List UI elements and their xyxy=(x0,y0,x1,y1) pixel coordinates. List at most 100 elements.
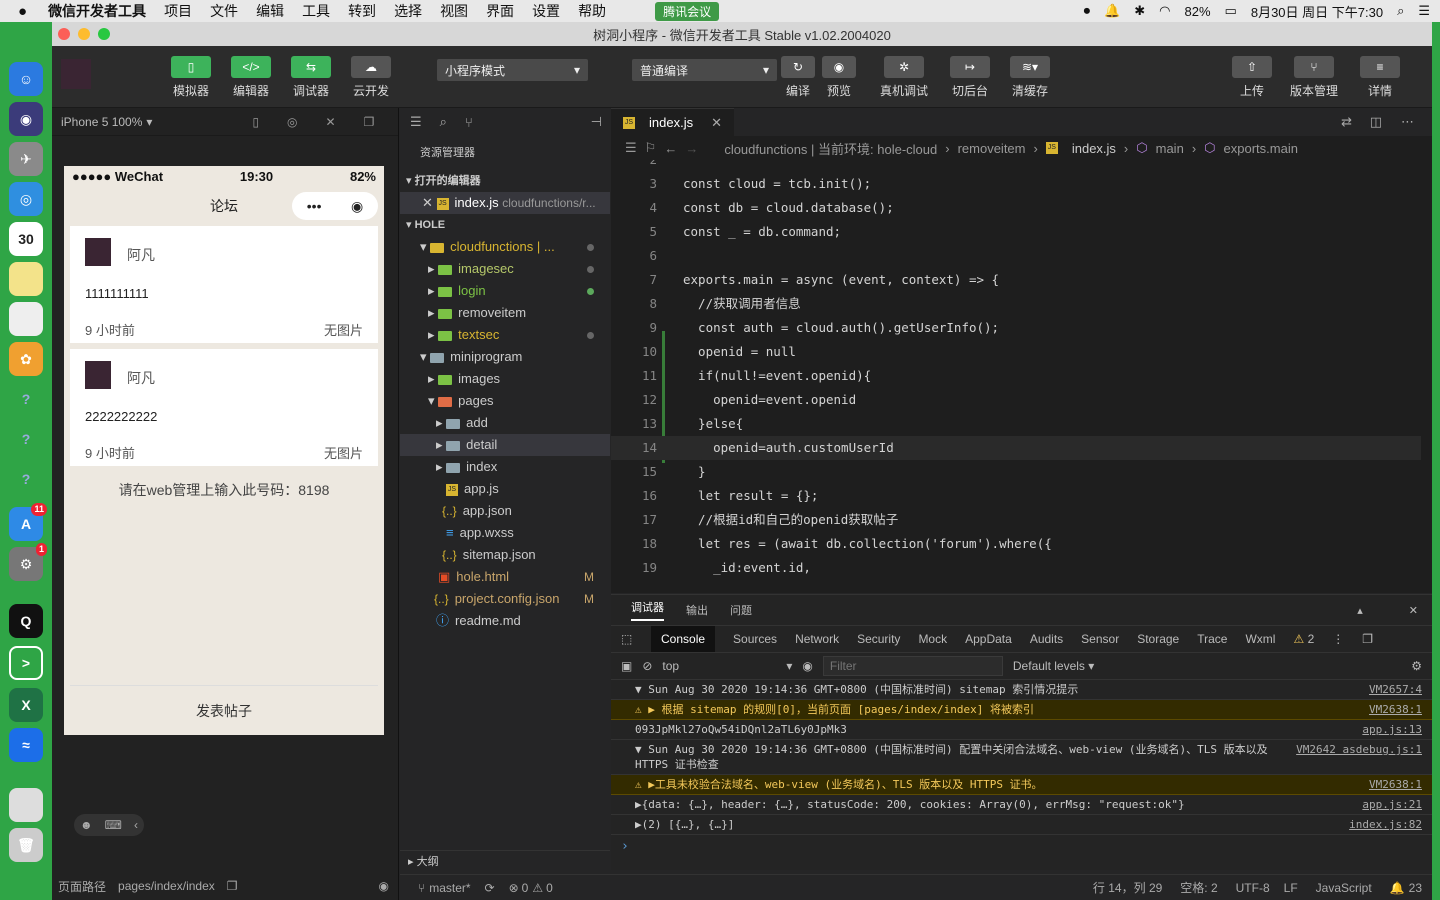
unknown-app-icon[interactable]: ? xyxy=(9,382,43,416)
code-line[interactable]: 16 let result = {}; xyxy=(611,484,1421,508)
avatar[interactable] xyxy=(61,59,91,89)
tab-security[interactable]: Security xyxy=(857,632,900,646)
menu-item[interactable]: 选择 xyxy=(385,1,431,21)
apple-icon[interactable]: ● xyxy=(0,3,39,20)
capsule-menu[interactable]: ••• ◉ xyxy=(292,192,378,220)
split-editor-icon[interactable]: ◫ xyxy=(1370,114,1382,130)
keyboard-icon[interactable]: ⌨ xyxy=(105,818,122,832)
sync-icon[interactable]: ⟳ xyxy=(485,881,495,895)
menu-item[interactable]: 视图 xyxy=(431,1,477,21)
tab-output[interactable]: 输出 xyxy=(686,602,708,618)
tree-item[interactable]: {..} project.config.json M xyxy=(400,588,610,610)
page-path-label[interactable]: 页面路径 xyxy=(58,878,106,895)
console-log-entry[interactable]: 093JpMkl27oQw54iDQnl2aTL6y0JpMk3 app.js:1… xyxy=(611,720,1432,740)
feishu-icon[interactable]: ≈ xyxy=(9,728,43,762)
console-filter-input[interactable] xyxy=(822,656,1003,676)
console-log-entry[interactable]: ▶(2) [{…}, {…}] index.js:82 xyxy=(611,815,1432,835)
log-source-link[interactable]: VM2638:1 xyxy=(1369,777,1422,792)
tab-wxml[interactable]: Wxml xyxy=(1245,632,1275,646)
tree-item[interactable]: ▸ add xyxy=(400,412,610,434)
code-line[interactable]: 10 openid = null xyxy=(611,340,1421,364)
search-icon[interactable]: ⌕ xyxy=(440,114,447,130)
mute-icon[interactable]: ✕ xyxy=(326,115,336,129)
background-button[interactable]: ↦ 切后台 xyxy=(950,56,990,99)
post-card[interactable]: 阿凡 2222222222 9 小时前 无图片 xyxy=(70,349,378,466)
tree-item[interactable]: JS app.js xyxy=(400,478,610,500)
indentation[interactable]: 空格: 2 xyxy=(1180,879,1217,896)
post-card[interactable]: 阿凡 1111111111 9 小时前 无图片 xyxy=(70,226,378,343)
folder-icon[interactable] xyxy=(9,788,43,822)
bluetooth-icon[interactable]: ✱ xyxy=(1134,3,1145,19)
tree-item[interactable]: ▸ index xyxy=(400,456,610,478)
tree-item[interactable]: ▣ hole.html M xyxy=(400,566,610,588)
settings-icon[interactable]: ⚙ xyxy=(1411,659,1422,673)
code-line[interactable]: 6 xyxy=(611,244,1421,268)
outline-section[interactable]: ▸ 大纲 xyxy=(400,850,610,872)
encoding[interactable]: UTF-8 xyxy=(1236,881,1270,895)
preview-button[interactable]: ◉ 预览 xyxy=(822,56,856,99)
more-icon[interactable]: ••• xyxy=(307,198,322,214)
tab-storage[interactable]: Storage xyxy=(1137,632,1179,646)
phone-icon[interactable]: ▯ xyxy=(252,115,259,129)
compile-button[interactable]: ↻ 编译 xyxy=(781,56,815,99)
code-line[interactable]: 19 _id:event.id, xyxy=(611,556,1421,580)
caret-down-icon[interactable]: ▾ xyxy=(146,115,152,129)
log-source-link[interactable]: VM2657:4 xyxy=(1369,682,1422,697)
code-line[interactable]: 18 let res = (await db.collection('forum… xyxy=(611,532,1421,556)
tab-appdata[interactable]: AppData xyxy=(965,632,1012,646)
photos-icon[interactable]: ✿ xyxy=(9,342,43,376)
qq-icon[interactable]: Q xyxy=(9,604,43,638)
menu-item[interactable]: 界面 xyxy=(477,1,523,21)
close-window-button[interactable] xyxy=(58,28,70,40)
tree-item[interactable]: ▸ removeitem xyxy=(400,302,610,324)
tree-item[interactable]: ▸ imagesec xyxy=(400,258,610,280)
smile-icon[interactable]: ☻ xyxy=(80,818,93,832)
menu-item[interactable]: 文件 xyxy=(201,1,247,21)
log-source-link[interactable]: app.js:13 xyxy=(1362,722,1422,737)
unknown-app-icon[interactable]: ? xyxy=(9,422,43,456)
publish-button[interactable]: 发表帖子 xyxy=(70,685,378,735)
app-store-icon[interactable]: A 11 xyxy=(9,503,47,541)
simulator-button[interactable]: ▯ 模拟器 xyxy=(171,56,211,99)
tab-index-js[interactable]: JS index.js ✕ xyxy=(611,108,734,136)
compile-mode-select[interactable]: 普通编译 ▾ xyxy=(632,59,777,81)
breadcrumb-item[interactable]: removeitem xyxy=(958,141,1026,156)
breadcrumb-item[interactable]: exports.main xyxy=(1224,141,1298,156)
stop-icon[interactable]: ⏺ xyxy=(1084,3,1091,19)
clear-console-icon[interactable]: ⊘ xyxy=(642,659,652,673)
tab-audits[interactable]: Audits xyxy=(1030,632,1063,646)
back-icon[interactable]: ← xyxy=(664,141,677,156)
git-branch[interactable]: master* xyxy=(429,881,470,895)
meeting-status[interactable]: 腾讯会议 xyxy=(655,1,720,21)
code-line[interactable]: 17 //根据id和自己的openid获取帖子 xyxy=(611,508,1421,532)
levels-select[interactable]: Default levels ▾ xyxy=(1013,659,1094,673)
minimize-window-button[interactable] xyxy=(78,28,90,40)
editor-button[interactable]: </> 编辑器 xyxy=(231,56,271,99)
tree-item[interactable]: {..} app.json xyxy=(400,500,610,522)
log-source-link[interactable]: VM2638:1 xyxy=(1369,702,1422,717)
real-debug-button[interactable]: ✲ 真机调试 xyxy=(880,56,928,99)
tree-item[interactable]: ▾ cloudfunctions | ... xyxy=(400,236,610,258)
code-line[interactable]: 4 const db = cloud.database(); xyxy=(611,196,1421,220)
window-icon[interactable]: ❐ xyxy=(364,115,375,129)
console-log-entry[interactable]: ▼ Sun Aug 30 2020 19:14:36 GMT+0800 (中国标… xyxy=(611,680,1432,700)
code-line[interactable]: 12 openid=event.openid xyxy=(611,388,1421,412)
breadcrumb-item[interactable]: main xyxy=(1156,141,1184,156)
warning-count[interactable]: ⚠ 2 xyxy=(1293,632,1314,646)
sidebar-toggle-icon[interactable]: ▣ xyxy=(621,659,632,673)
console-log-entry[interactable]: ▼ Sun Aug 30 2020 19:14:36 GMT+0800 (中国标… xyxy=(611,740,1432,775)
debugger-button[interactable]: ⇆ 调试器 xyxy=(291,56,331,99)
code-line[interactable]: 5 const _ = db.command; xyxy=(611,220,1421,244)
menu-item[interactable]: 编辑 xyxy=(247,1,293,21)
tree-item[interactable]: ▸ detail xyxy=(400,434,610,456)
wechat-devtools-icon[interactable]: > xyxy=(9,646,43,680)
eye-icon[interactable]: ◉ xyxy=(802,659,812,673)
inspect-icon[interactable]: ⬚ xyxy=(621,632,632,646)
eye-icon[interactable]: ◉ xyxy=(379,879,389,893)
details-button[interactable]: ≡ 详情 xyxy=(1360,56,1400,99)
trash-icon[interactable]: 🗑 xyxy=(9,828,43,862)
code-line[interactable]: 8 //获取调用者信息 xyxy=(611,292,1421,316)
split-icon[interactable]: ⊣ xyxy=(591,114,602,130)
more-icon[interactable]: ⋮ xyxy=(1332,632,1344,646)
zoom-window-button[interactable] xyxy=(98,28,110,40)
